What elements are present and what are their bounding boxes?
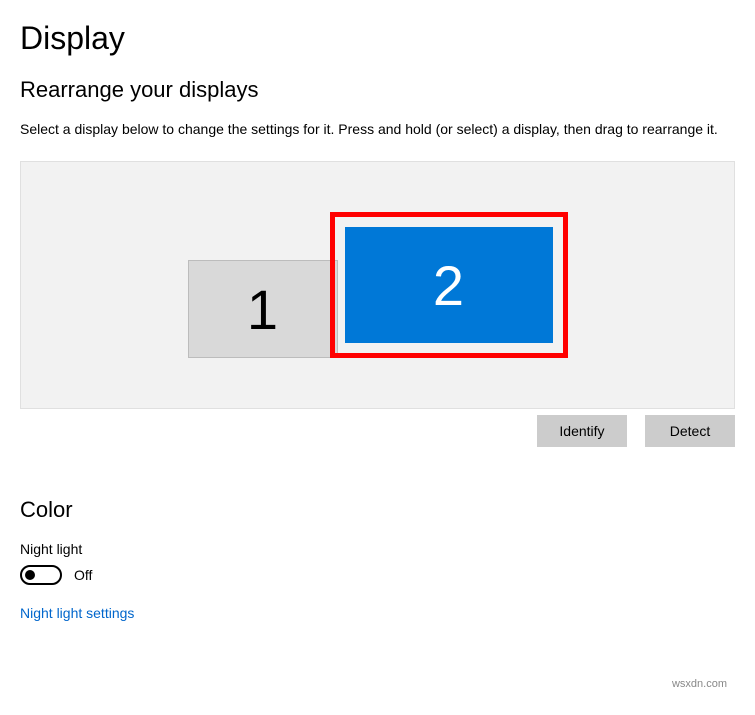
night-light-state: Off bbox=[74, 567, 92, 583]
night-light-toggle[interactable] bbox=[20, 565, 62, 585]
display-label-2: 2 bbox=[433, 253, 464, 318]
identify-button[interactable]: Identify bbox=[537, 415, 627, 447]
detect-button[interactable]: Detect bbox=[645, 415, 735, 447]
rearrange-heading: Rearrange your displays bbox=[20, 77, 735, 103]
watermark: wsxdn.com bbox=[672, 678, 727, 690]
display-monitor-2-highlight[interactable]: 2 bbox=[330, 212, 568, 358]
display-monitor-1[interactable]: 1 bbox=[188, 260, 338, 358]
displays-wrapper: 1 2 bbox=[188, 212, 568, 358]
display-arrangement-area[interactable]: 1 2 bbox=[20, 161, 735, 409]
rearrange-description: Select a display below to change the set… bbox=[20, 121, 735, 137]
display-label-1: 1 bbox=[247, 277, 278, 342]
display-monitor-2[interactable]: 2 bbox=[345, 227, 553, 343]
color-heading: Color bbox=[20, 497, 735, 523]
display-buttons-row: Identify Detect bbox=[20, 415, 735, 447]
toggle-knob-icon bbox=[25, 570, 35, 580]
page-title: Display bbox=[20, 20, 735, 57]
night-light-settings-link[interactable]: Night light settings bbox=[20, 605, 134, 621]
night-light-toggle-row: Off bbox=[20, 565, 735, 585]
night-light-label: Night light bbox=[20, 541, 735, 557]
